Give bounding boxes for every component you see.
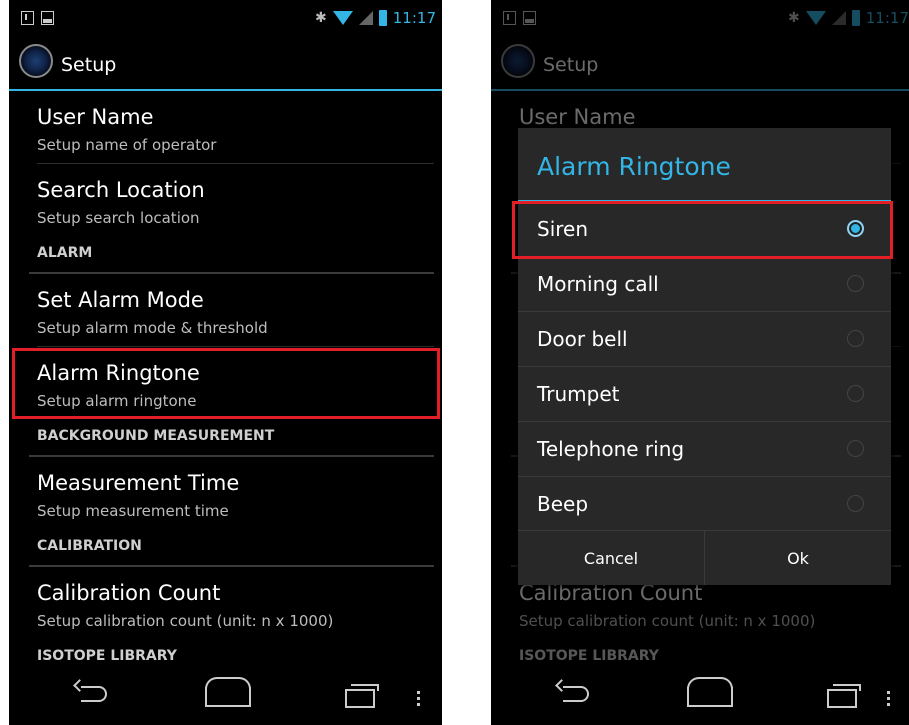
recent-apps-icon[interactable] bbox=[827, 684, 861, 708]
status-time: 11:17 bbox=[392, 9, 436, 27]
back-icon[interactable] bbox=[563, 686, 589, 702]
battery-icon bbox=[378, 10, 387, 26]
back-icon[interactable] bbox=[81, 686, 107, 702]
pref-summary: Setup measurement time bbox=[37, 502, 229, 520]
category-background-measurement: BACKGROUND MEASUREMENT bbox=[9, 420, 442, 457]
radio-unselected-icon[interactable] bbox=[847, 440, 864, 457]
preference-list: User Name Setup name of operator Search … bbox=[9, 91, 442, 677]
pref-summary: Setup search location bbox=[37, 209, 200, 227]
option-beep[interactable]: Beep bbox=[518, 477, 891, 531]
radio-unselected-icon[interactable] bbox=[847, 330, 864, 347]
pref-title: User Name bbox=[37, 105, 154, 129]
action-bar: Setup bbox=[9, 36, 442, 91]
category-calibration: CALIBRATION bbox=[9, 530, 442, 567]
ok-button[interactable]: Ok bbox=[704, 531, 891, 585]
option-label: Beep bbox=[537, 492, 589, 516]
navigation-bar bbox=[491, 668, 909, 725]
radio-unselected-icon[interactable] bbox=[847, 275, 864, 292]
home-icon[interactable] bbox=[687, 677, 733, 707]
wifi-icon bbox=[332, 11, 353, 25]
option-trumpet[interactable]: Trumpet bbox=[518, 367, 891, 422]
pref-user-name[interactable]: User Name Setup name of operator bbox=[9, 91, 442, 164]
pref-alarm-mode[interactable]: Set Alarm Mode Setup alarm mode & thresh… bbox=[9, 274, 442, 347]
option-door-bell[interactable]: Door bell bbox=[518, 312, 891, 367]
pref-title: Set Alarm Mode bbox=[37, 288, 204, 312]
download-notification-icon bbox=[21, 11, 34, 25]
pref-summary: Setup name of operator bbox=[37, 136, 217, 154]
highlight-box bbox=[512, 201, 893, 259]
pref-title: Search Location bbox=[37, 178, 205, 202]
pref-measurement-time[interactable]: Measurement Time Setup measurement time bbox=[9, 457, 442, 530]
menu-icon[interactable] bbox=[417, 691, 420, 694]
app-logo-icon[interactable] bbox=[19, 44, 53, 78]
option-telephone-ring[interactable]: Telephone ring bbox=[518, 422, 891, 477]
ringtone-options: Siren Morning call Door bell Trumpet Tel… bbox=[512, 201, 893, 531]
option-morning-call[interactable]: Morning call bbox=[518, 257, 891, 312]
option-label: Door bell bbox=[537, 327, 628, 351]
pref-calibration-count[interactable]: Calibration Count Setup calibration coun… bbox=[9, 567, 442, 640]
bluetooth-icon: ✱ bbox=[315, 10, 327, 26]
menu-icon[interactable] bbox=[887, 691, 890, 694]
navigation-bar bbox=[9, 668, 442, 725]
cancel-button[interactable]: Cancel bbox=[518, 531, 704, 585]
dialog-buttons: Cancel Ok bbox=[518, 530, 891, 585]
home-icon[interactable] bbox=[205, 677, 251, 707]
radio-unselected-icon[interactable] bbox=[847, 385, 864, 402]
image-notification-icon bbox=[41, 11, 54, 25]
ringtone-dialog: Alarm Ringtone Siren Morning call Door b… bbox=[512, 128, 893, 585]
pref-search-location[interactable]: Search Location Setup search location bbox=[9, 164, 442, 237]
pref-alarm-ringtone[interactable]: Alarm Ringtone Setup alarm ringtone bbox=[9, 347, 442, 420]
signal-icon bbox=[358, 11, 373, 25]
option-siren[interactable]: Siren bbox=[512, 201, 893, 259]
pref-summary: Setup alarm mode & threshold bbox=[37, 319, 268, 337]
option-label: Morning call bbox=[537, 272, 659, 296]
category-alarm: ALARM bbox=[9, 237, 442, 274]
category-title: BACKGROUND MEASUREMENT bbox=[37, 428, 275, 444]
pref-summary: Setup calibration count (unit: n x 1000) bbox=[37, 612, 334, 630]
ringtone-dialog-screen: ✱ 11:17 Setup User Name Setup name of op… bbox=[491, 0, 909, 725]
setup-screen: ✱ 11:17 Setup User Name Setup name of op… bbox=[9, 0, 442, 725]
category-title: ISOTOPE LIBRARY bbox=[37, 648, 177, 664]
radio-unselected-icon[interactable] bbox=[847, 495, 864, 512]
recent-apps-icon[interactable] bbox=[345, 684, 379, 708]
option-label: Telephone ring bbox=[537, 437, 685, 461]
option-label: Trumpet bbox=[537, 382, 620, 406]
page-title: Setup bbox=[61, 54, 117, 76]
category-title: ALARM bbox=[37, 245, 93, 261]
pref-title: Calibration Count bbox=[37, 581, 221, 605]
category-title: CALIBRATION bbox=[37, 538, 142, 554]
status-bar: ✱ 11:17 bbox=[9, 0, 442, 36]
pref-title: Measurement Time bbox=[37, 471, 240, 495]
highlight-box bbox=[12, 348, 440, 419]
dialog-title: Alarm Ringtone bbox=[537, 152, 731, 181]
